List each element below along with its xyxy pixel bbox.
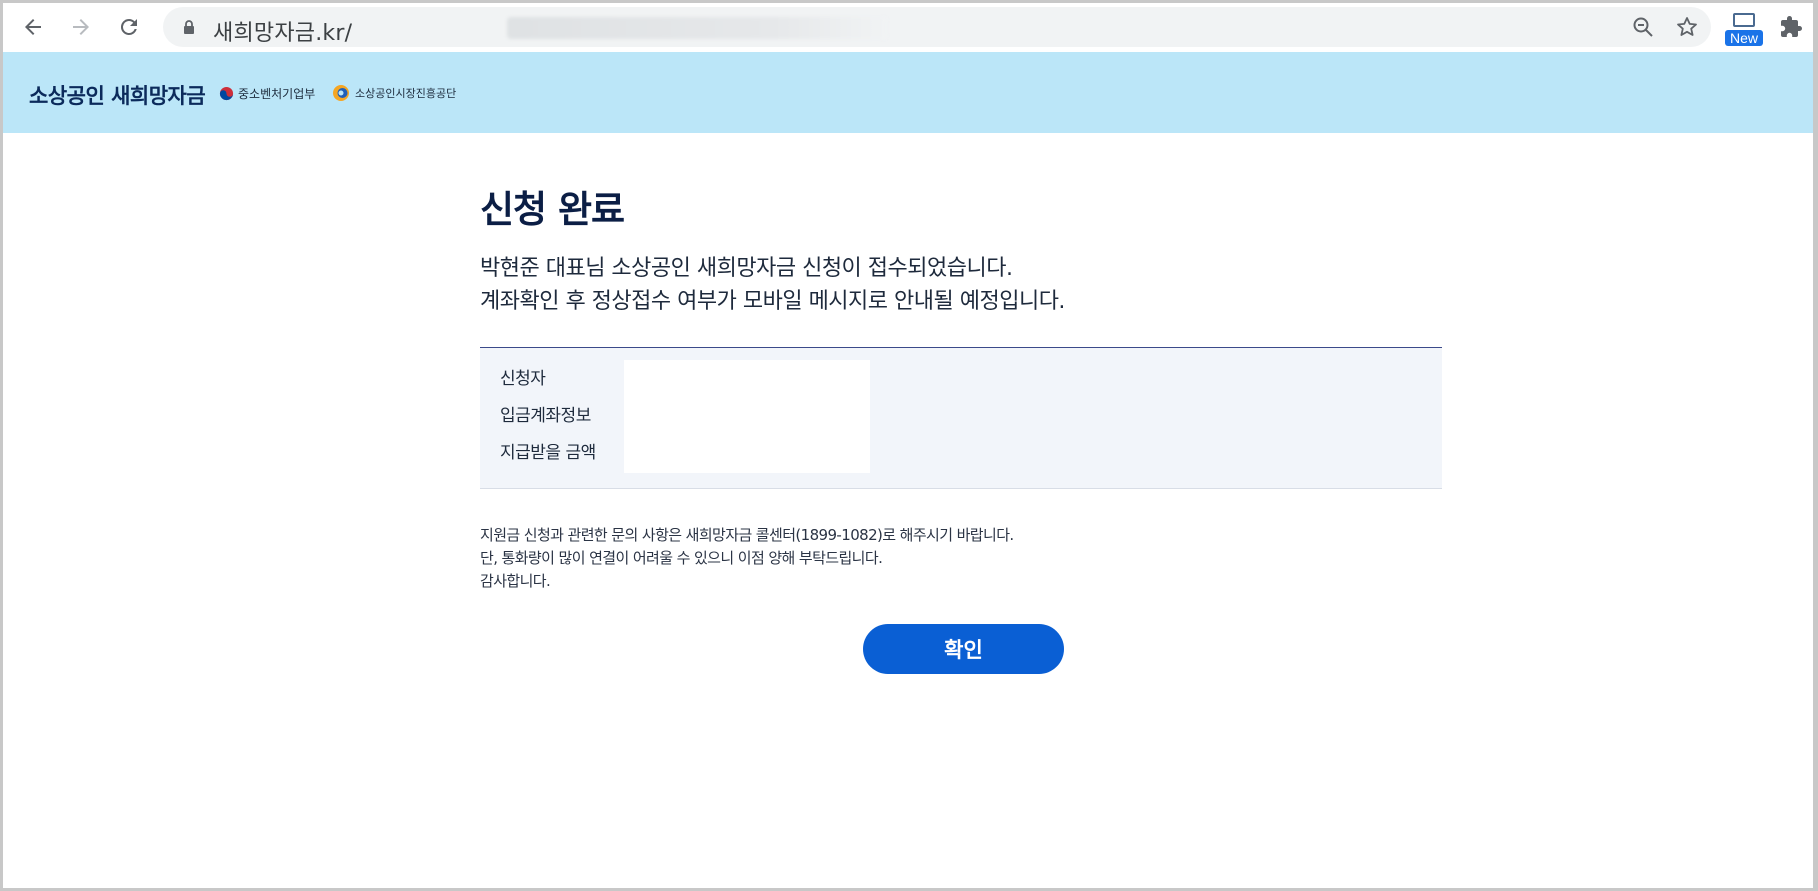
zoom-out-icon[interactable]: [1631, 15, 1655, 39]
completion-message: 박현준 대표님 소상공인 새희망자금 신청이 접수되었습니다. 계좌확인 후 정…: [480, 252, 1065, 318]
lock-icon[interactable]: [181, 19, 197, 35]
application-info-box: 신청자 입금계좌정보 지급받을 금액: [480, 347, 1442, 489]
agency-logo[interactable]: 소상공인시장진흥공단: [332, 84, 456, 102]
message-line: 계좌확인 후 정상접수 여부가 모바일 메시지로 안내될 예정입니다.: [480, 289, 1065, 314]
new-badge: New: [1725, 30, 1763, 46]
info-labels: 신청자 입금계좌정보 지급받을 금액: [500, 367, 596, 478]
address-bar[interactable]: 새희망자금.kr/: [163, 7, 1711, 47]
applicant-label: 신청자: [500, 369, 546, 389]
extensions-puzzle-icon[interactable]: [1779, 15, 1803, 39]
notice-line: 감사합니다.: [480, 572, 551, 590]
site-header: 소상공인 새희망자금 중소벤처기업부 소상공인시장진흥공단: [3, 52, 1813, 133]
reload-icon: [120, 18, 137, 35]
back-button[interactable]: [17, 11, 49, 43]
taegeuk-emblem-icon: [219, 86, 234, 101]
site-logo[interactable]: 소상공인 새희망자금: [29, 80, 206, 110]
notice-line: 단, 통화량이 많이 연결이 어려울 수 있으니 이점 양해 부탁드립니다.: [480, 549, 883, 567]
url-redacted-region: [507, 17, 887, 39]
info-values-redacted: [624, 360, 870, 473]
reload-button[interactable]: [113, 11, 145, 43]
inquiry-notice: 지원금 신청과 관련한 문의 사항은 새희망자금 콜센터(1899-1082)로…: [480, 524, 1014, 593]
agency-name: 소상공인시장진흥공단: [355, 87, 457, 100]
notice-line: 지원금 신청과 관련한 문의 사항은 새희망자금 콜센터(1899-1082)로…: [480, 526, 1014, 544]
bookmark-star-icon[interactable]: [1675, 15, 1699, 39]
url-text[interactable]: 새희망자금.kr/: [213, 15, 352, 47]
agency-emblem-icon: [333, 85, 349, 101]
browser-toolbar: 새희망자금.kr/ New: [3, 3, 1813, 53]
payment-amount-label: 지급받을 금액: [500, 443, 596, 463]
confirm-button[interactable]: 확인: [863, 624, 1064, 674]
new-extension-button[interactable]: New: [1725, 9, 1763, 47]
screen-icon: [1733, 13, 1755, 27]
account-info-label: 입금계좌정보: [500, 406, 591, 426]
message-line: 박현준 대표님 소상공인 새희망자금 신청이 접수되었습니다.: [480, 256, 1013, 281]
ministry-name: 중소벤처기업부: [238, 87, 316, 101]
page-title: 신청 완료: [480, 188, 625, 231]
ministry-logo[interactable]: 중소벤처기업부: [219, 85, 315, 102]
forward-button[interactable]: [65, 11, 97, 43]
back-arrow-icon: [25, 19, 41, 35]
browser-window: 새희망자금.kr/ New 소상공인 새희망자금 중소벤처기업부 소상공인시장진…: [3, 3, 1813, 888]
forward-arrow-icon: [73, 19, 89, 35]
